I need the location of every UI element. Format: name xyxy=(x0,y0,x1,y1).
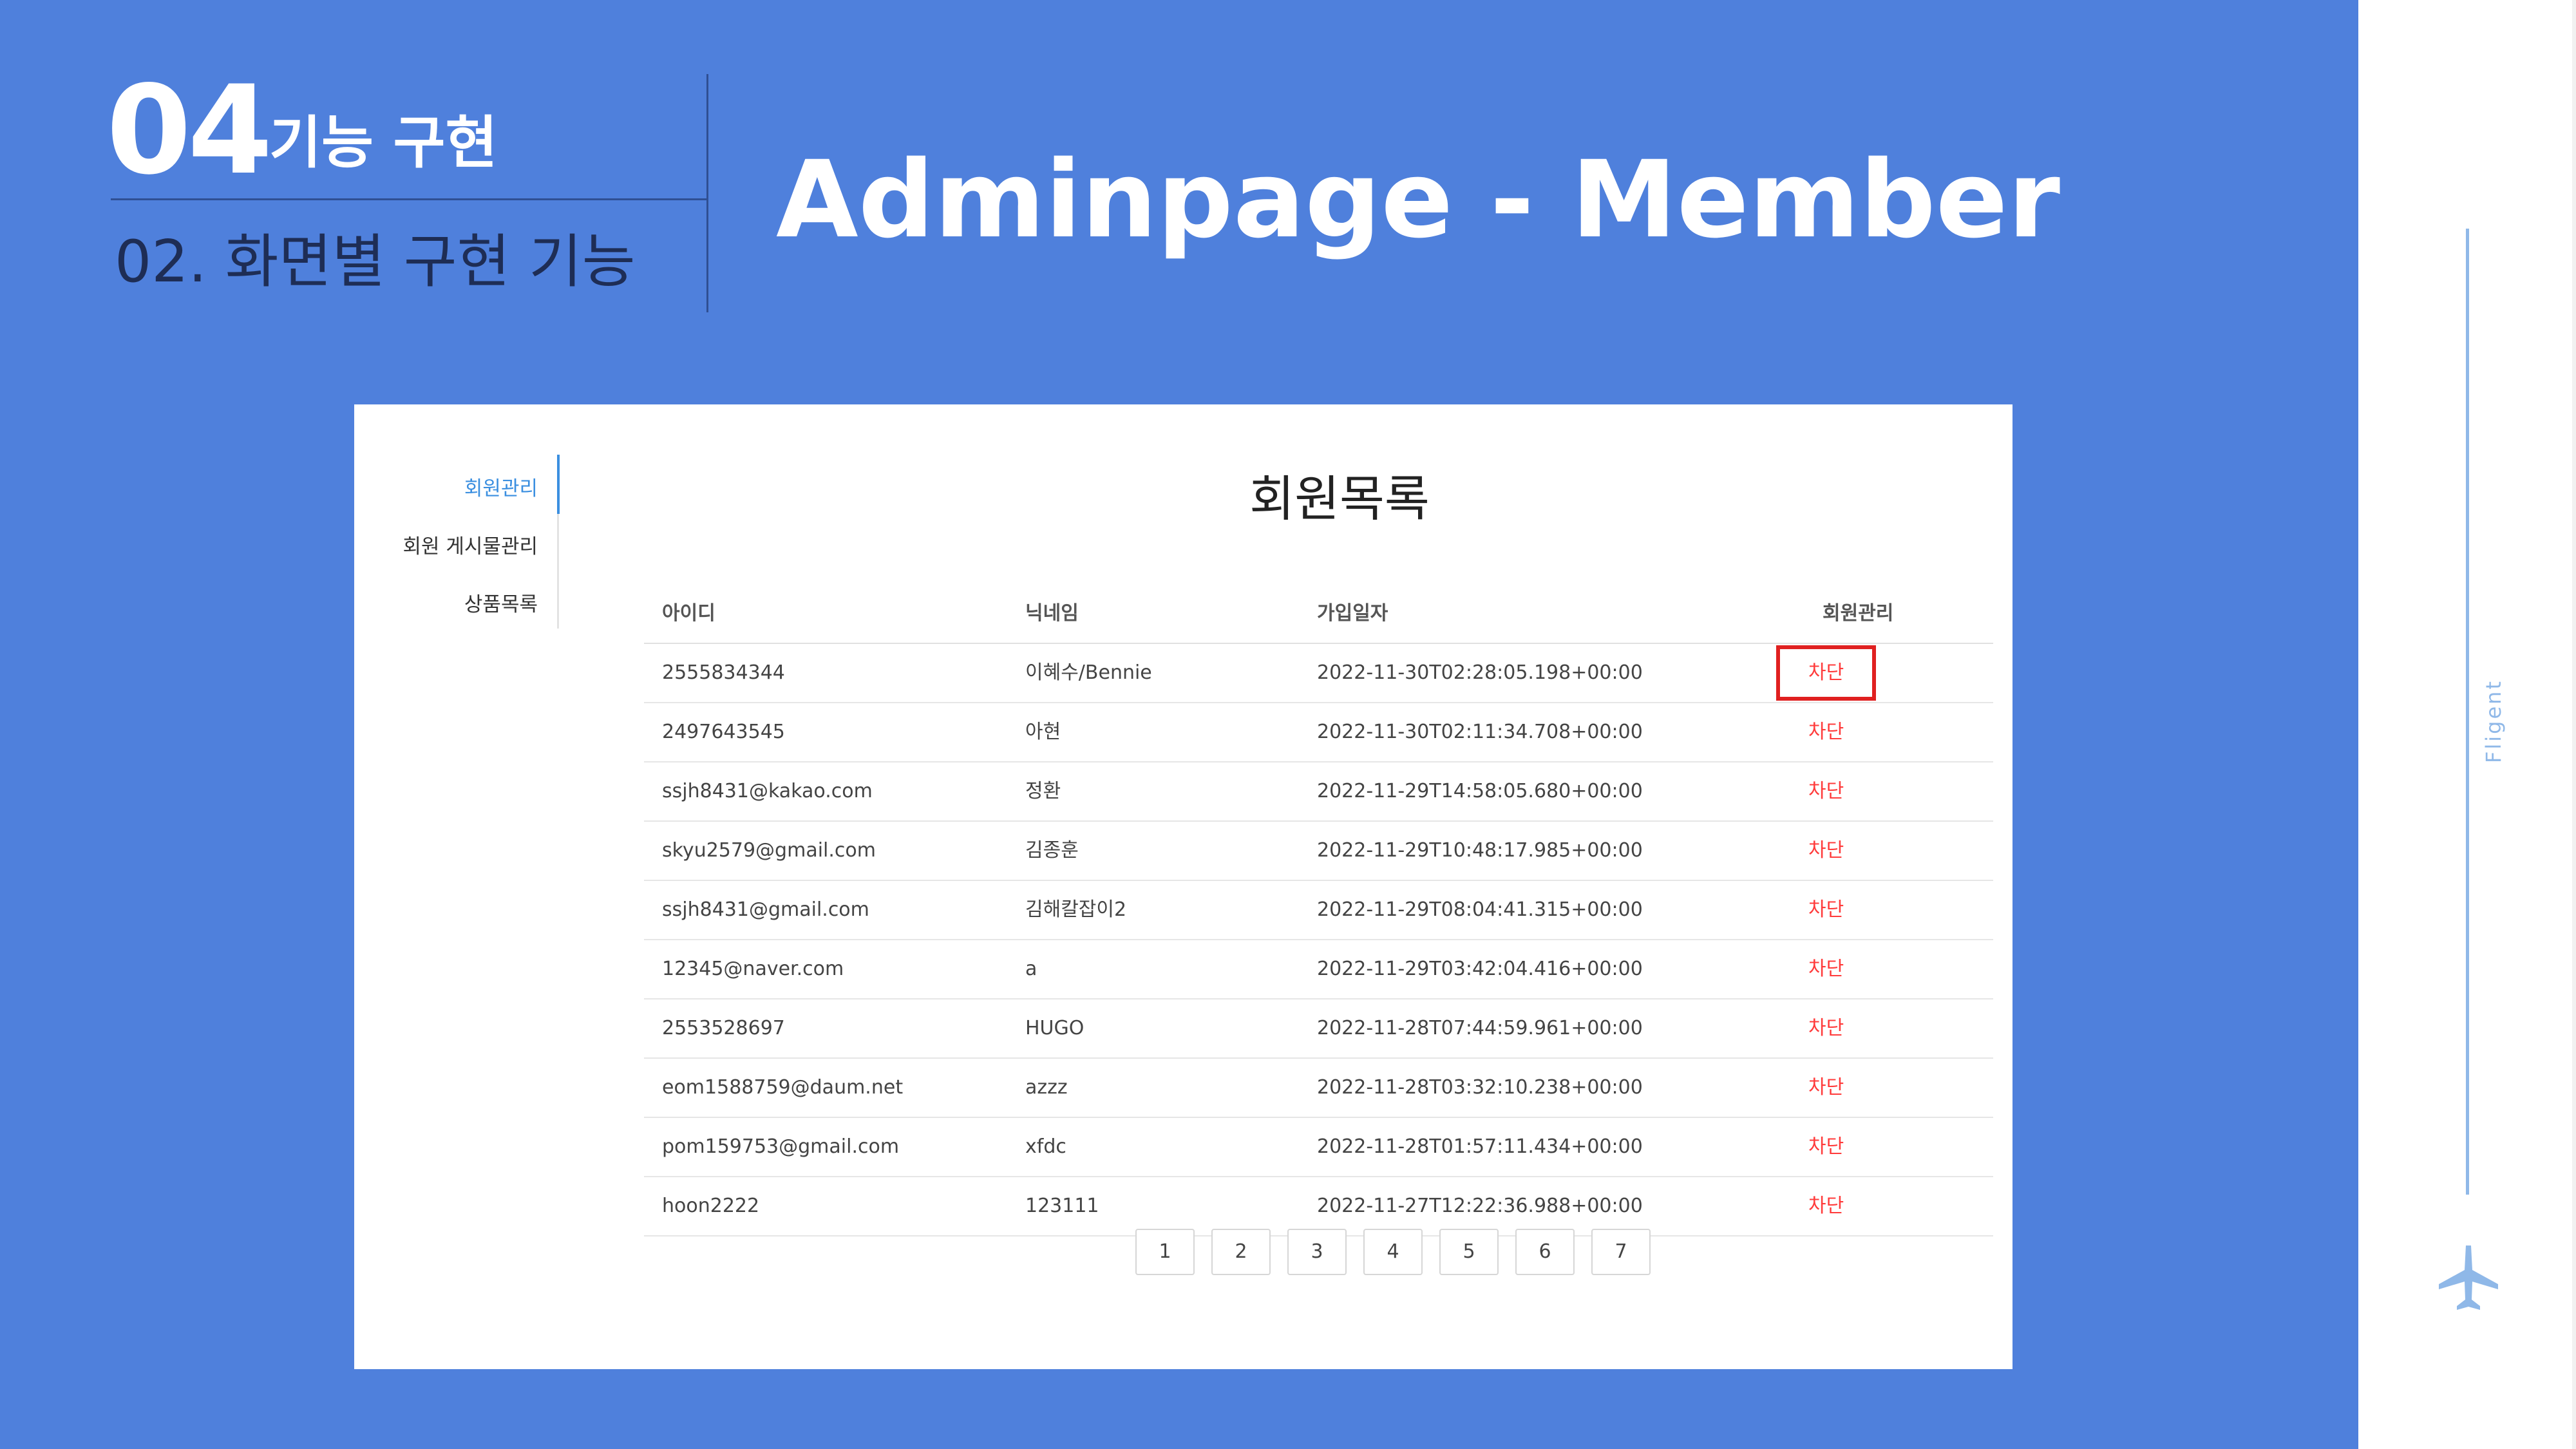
member-nickname: HUGO xyxy=(1025,1017,1084,1039)
page-button-4[interactable]: 4 xyxy=(1363,1229,1423,1275)
member-id: pom159753@gmail.com xyxy=(662,1135,900,1158)
member-joined-date: 2022-11-28T01:57:11.434+00:00 xyxy=(1317,1135,1643,1158)
table-row: 12345@naver.com a 2022-11-29T03:42:04.41… xyxy=(644,940,1993,999)
member-joined-date: 2022-11-29T03:42:04.416+00:00 xyxy=(1317,958,1643,980)
member-nickname: 김종훈 xyxy=(1025,839,1079,862)
page-button-2[interactable]: 2 xyxy=(1211,1229,1271,1275)
column-header-management: 회원관리 xyxy=(1823,602,1894,625)
member-nickname: 123111 xyxy=(1025,1195,1099,1217)
member-id: 12345@naver.com xyxy=(662,958,844,980)
member-joined-date: 2022-11-27T12:22:36.988+00:00 xyxy=(1317,1195,1643,1217)
block-button[interactable]: 차단 xyxy=(1808,762,1844,820)
block-button[interactable]: 차단 xyxy=(1808,1059,1844,1117)
page-button-3[interactable]: 3 xyxy=(1287,1229,1347,1275)
sidebar-item-products[interactable]: 상품목록 xyxy=(464,588,538,617)
member-nickname: 정환 xyxy=(1025,780,1061,802)
member-table: 아이디 닉네임 가입일자 회원관리 2555834344 이혜수/Bennie … xyxy=(644,585,1993,1236)
block-button[interactable]: 차단 xyxy=(1808,1177,1844,1235)
member-nickname: 이혜수/Bennie xyxy=(1025,661,1152,684)
table-row: pom159753@gmail.com xfdc 2022-11-28T01:5… xyxy=(644,1118,1993,1177)
member-nickname: 김해칼잡이2 xyxy=(1025,898,1127,921)
sidebar-item-member-posts[interactable]: 회원 게시물관리 xyxy=(403,530,538,559)
block-button[interactable]: 차단 xyxy=(1808,999,1844,1057)
side-accent-line xyxy=(2466,229,2469,1195)
sidebar-active-indicator xyxy=(557,455,560,514)
column-header-id: 아이디 xyxy=(662,602,715,625)
section-number: 04 xyxy=(106,59,272,202)
member-joined-date: 2022-11-29T08:04:41.315+00:00 xyxy=(1317,898,1643,921)
member-nickname: xfdc xyxy=(1025,1135,1066,1158)
table-row: hoon2222 123111 2022-11-27T12:22:36.988+… xyxy=(644,1177,1993,1236)
block-button[interactable]: 차단 xyxy=(1808,822,1844,880)
right-side-panel: Fligent xyxy=(2358,0,2576,1449)
header-divider xyxy=(111,198,708,200)
page-button-7[interactable]: 7 xyxy=(1591,1229,1651,1275)
table-row: skyu2579@gmail.com 김종훈 2022-11-29T10:48:… xyxy=(644,822,1993,881)
member-nickname: azzz xyxy=(1025,1076,1068,1099)
slide-title: Adminpage - Member xyxy=(776,138,2061,261)
section-title: 기능 구현 xyxy=(269,109,498,176)
member-id: hoon2222 xyxy=(662,1195,760,1217)
column-header-joined: 가입일자 xyxy=(1317,602,1388,625)
airplane-icon xyxy=(2439,1245,2498,1310)
member-id: ssjh8431@gmail.com xyxy=(662,898,869,921)
member-id: ssjh8431@kakao.com xyxy=(662,780,873,802)
block-button[interactable]: 차단 xyxy=(1808,881,1844,939)
slide-subtitle: 02. 화면별 구현 기능 xyxy=(115,228,636,296)
member-joined-date: 2022-11-30T02:28:05.198+00:00 xyxy=(1317,661,1643,684)
member-id: 2555834344 xyxy=(662,661,785,684)
block-button[interactable]: 차단 xyxy=(1808,703,1844,761)
member-joined-date: 2022-11-28T03:32:10.238+00:00 xyxy=(1317,1076,1643,1099)
sidebar-item-member-management[interactable]: 회원관리 xyxy=(464,472,538,501)
table-header-row: 아이디 닉네임 가입일자 회원관리 xyxy=(644,585,1993,644)
admin-page-screenshot: 회원관리 회원 게시물관리 상품목록 회원목록 아이디 닉네임 가입일자 회원관… xyxy=(354,404,2012,1369)
table-row: ssjh8431@kakao.com 정환 2022-11-29T14:58:0… xyxy=(644,762,1993,822)
member-joined-date: 2022-11-29T14:58:05.680+00:00 xyxy=(1317,780,1643,802)
member-nickname: a xyxy=(1025,958,1037,980)
page-button-1[interactable]: 1 xyxy=(1135,1229,1195,1275)
table-row: 2553528697 HUGO 2022-11-28T07:44:59.961+… xyxy=(644,999,1993,1059)
block-button[interactable]: 차단 xyxy=(1776,645,1877,701)
page-title: 회원목록 xyxy=(1249,470,1430,527)
member-id: 2553528697 xyxy=(662,1017,785,1039)
member-id: eom1588759@daum.net xyxy=(662,1076,904,1099)
column-header-nickname: 닉네임 xyxy=(1025,602,1079,625)
member-id: 2497643545 xyxy=(662,721,785,743)
page-button-6[interactable]: 6 xyxy=(1515,1229,1575,1275)
member-joined-date: 2022-11-30T02:11:34.708+00:00 xyxy=(1317,721,1643,743)
member-joined-date: 2022-11-29T10:48:17.985+00:00 xyxy=(1317,839,1643,862)
page-button-5[interactable]: 5 xyxy=(1439,1229,1499,1275)
panel-edge xyxy=(2572,0,2576,1449)
member-joined-date: 2022-11-28T07:44:59.961+00:00 xyxy=(1317,1017,1643,1039)
header-vertical-divider xyxy=(706,74,708,312)
member-nickname: 아현 xyxy=(1025,721,1061,743)
table-row: ssjh8431@gmail.com 김해칼잡이2 2022-11-29T08:… xyxy=(644,881,1993,940)
table-row: eom1588759@daum.net azzz 2022-11-28T03:3… xyxy=(644,1059,1993,1118)
block-button[interactable]: 차단 xyxy=(1808,940,1844,998)
side-brand-text: Fligent xyxy=(2481,679,2506,764)
table-row: 2555834344 이혜수/Bennie 2022-11-30T02:28:0… xyxy=(644,644,1993,703)
block-button[interactable]: 차단 xyxy=(1808,1118,1844,1176)
member-id: skyu2579@gmail.com xyxy=(662,839,876,862)
table-row: 2497643545 아현 2022-11-30T02:11:34.708+00… xyxy=(644,703,1993,762)
